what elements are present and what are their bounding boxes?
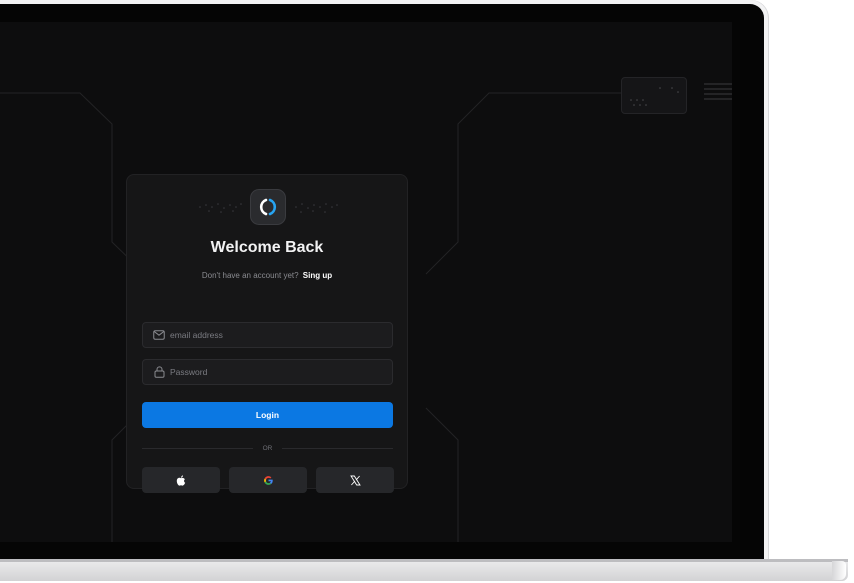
apple-icon	[176, 474, 186, 486]
login-card: Welcome Back Don't have an account yet? …	[126, 174, 408, 493]
logo-icon	[259, 198, 277, 216]
x-login-button[interactable]	[316, 467, 394, 493]
google-icon	[263, 475, 273, 485]
decorative-dots-right	[295, 203, 338, 213]
or-label: OR	[262, 444, 273, 452]
or-divider: OR	[142, 443, 393, 453]
lock-icon	[153, 366, 165, 378]
laptop-base	[0, 559, 848, 581]
password-field[interactable]	[142, 359, 393, 385]
signup-prompt: Don't have an account yet? Sing up	[127, 271, 407, 280]
mail-icon	[153, 329, 165, 341]
laptop-base-edge	[0, 559, 848, 562]
login-button[interactable]: Login	[142, 402, 393, 428]
password-input[interactable]	[170, 367, 370, 377]
divider-line-right	[282, 447, 393, 449]
x-icon	[349, 475, 361, 485]
laptop-frame: Welcome Back Don't have an account yet? …	[0, 4, 764, 560]
laptop-base-end	[832, 561, 846, 580]
google-login-button[interactable]	[229, 467, 307, 493]
email-input[interactable]	[170, 330, 370, 340]
page-title: Welcome Back	[210, 239, 324, 256]
divider-line-left	[142, 447, 253, 449]
email-field[interactable]	[142, 322, 393, 348]
signup-prompt-text: Don't have an account yet?	[201, 271, 299, 280]
screen: Welcome Back Don't have an account yet? …	[0, 22, 732, 542]
circuit-chip	[621, 77, 687, 114]
apple-login-button[interactable]	[142, 467, 220, 493]
app-logo	[250, 189, 286, 225]
decorative-dots-left	[199, 203, 242, 213]
signup-link[interactable]: Sing up	[303, 271, 332, 280]
